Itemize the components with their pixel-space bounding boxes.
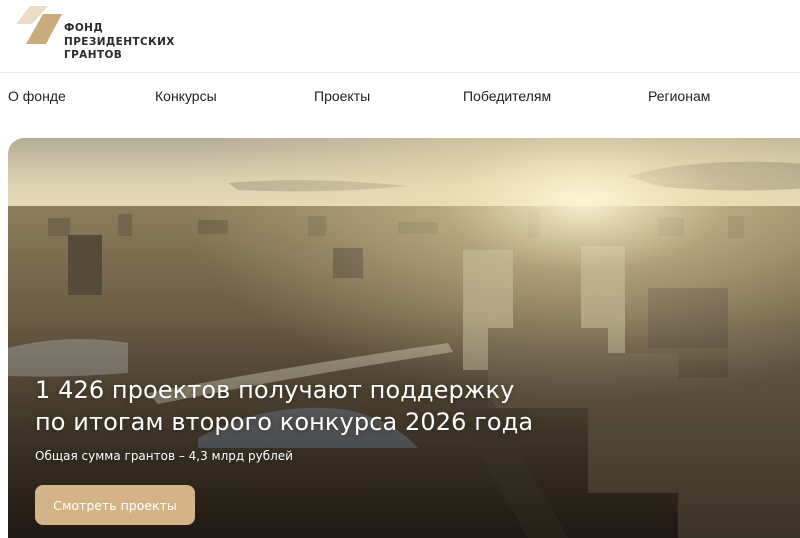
- logo-text: Фонд президентских грантов: [64, 22, 175, 63]
- logo-line: Фонд: [64, 22, 104, 34]
- hero-banner: 1 426 проектов получают поддержку по ито…: [8, 138, 800, 538]
- hero-title-line: 1 426 проектов получают поддержку: [35, 376, 515, 404]
- nav-item-contests[interactable]: Конкурсы: [155, 88, 217, 104]
- nav-item-projects[interactable]: Проекты: [314, 88, 370, 104]
- fund-logo-icon: [16, 6, 62, 44]
- nav-item-winners[interactable]: Победителям: [463, 88, 551, 104]
- main-nav: О фонде Конкурсы Проекты Победителям Рег…: [0, 80, 800, 112]
- logo[interactable]: Фонд президентских грантов: [16, 6, 175, 63]
- hero-title: 1 426 проектов получают поддержку по ито…: [35, 374, 533, 438]
- logo-line: президентских: [64, 35, 175, 48]
- hero-title-line: по итогам второго конкурса 2026 года: [35, 408, 534, 436]
- nav-item-regions[interactable]: Регионам: [648, 88, 710, 104]
- view-projects-button[interactable]: Смотреть проекты: [35, 485, 195, 525]
- hero-subtitle: Общая сумма грантов – 4,3 млрд рублей: [35, 449, 293, 463]
- logo-line: грантов: [64, 49, 123, 61]
- city-aerial-sunset-photo: [8, 138, 800, 538]
- site-header: Фонд президентских грантов: [0, 0, 800, 73]
- nav-item-about[interactable]: О фонде: [8, 88, 66, 104]
